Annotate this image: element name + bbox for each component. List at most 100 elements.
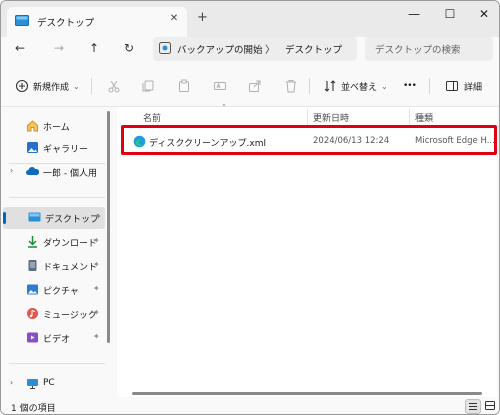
sidebar-item-label: デスクトップ (45, 215, 100, 225)
onedrive-icon (26, 167, 39, 175)
up-button[interactable]: ↑ (87, 41, 101, 55)
close-window-button[interactable]: ✕ (467, 5, 499, 25)
sidebar-divider (9, 363, 105, 364)
details-view-icon (469, 403, 477, 410)
sidebar-item-documents[interactable]: ドキュメント ✦ (1, 255, 105, 277)
more-options-button[interactable]: ••• (403, 78, 417, 94)
minimize-button[interactable]: — (397, 5, 431, 25)
share-icon[interactable] (248, 79, 262, 93)
toolbar-divider (309, 78, 310, 94)
breadcrumb-desktop[interactable]: デスクトップ (285, 42, 342, 56)
sidebar-item-label: ドキュメント (43, 263, 98, 273)
sidebar-item-label: ビデオ (43, 335, 71, 345)
sort-indicator-icon: ⌃ (221, 103, 227, 111)
cut-icon[interactable] (107, 79, 121, 93)
maximize-button[interactable]: ☐ (433, 5, 467, 25)
navigation-row: ← → ↑ ↻ バックアップの開始 〉 デスクトップ デスクトップの検索 (1, 37, 499, 61)
tiles-view-icon (485, 401, 495, 410)
column-header-type[interactable]: 種類 (415, 111, 433, 124)
details-pane-button[interactable]: 詳細 (445, 78, 482, 94)
pictures-icon (27, 284, 38, 295)
download-icon (28, 236, 37, 248)
navigation-scrollbar[interactable] (107, 111, 110, 343)
sidebar-item-label: ピクチャ (43, 287, 79, 297)
music-icon (27, 308, 38, 319)
delete-icon[interactable] (284, 79, 298, 93)
chevron-down-icon: ⌄ (381, 81, 388, 91)
chevron-down-icon: ⌄ (73, 81, 80, 91)
pc-icon (27, 379, 38, 389)
sort-button-label: 並べ替え (341, 82, 378, 93)
explorer-window: デスクトップ ✕ + — ☐ ✕ ← → ↑ ↻ バックアップの開始 〉 デスク… (0, 0, 500, 415)
details-pane-icon (446, 81, 458, 91)
column-header-modified[interactable]: 更新日時 (313, 111, 349, 124)
rename-icon[interactable] (213, 79, 227, 93)
search-box[interactable]: デスクトップの検索 (365, 37, 493, 61)
sidebar-divider (9, 197, 105, 198)
command-bar: 新規作成 ⌄ 並べ替え ⌄ ••• 詳細 (1, 65, 499, 107)
pin-icon: ✦ (93, 236, 100, 245)
title-bar: デスクトップ ✕ + — ☐ ✕ (1, 1, 499, 37)
back-button[interactable]: ← (13, 41, 27, 55)
paste-icon[interactable] (177, 79, 191, 93)
navigation-pane: ホーム ギャラリー › 一郎 - 個人用 デスクトップ ✦ ダウンロード ✦ ド… (1, 107, 109, 397)
sidebar-item-label: PC (43, 378, 55, 388)
pin-icon: ✦ (93, 308, 100, 317)
toolbar-divider (91, 78, 92, 94)
sidebar-item-home[interactable]: ホーム (1, 115, 105, 137)
desktop-icon (28, 212, 41, 222)
chevron-right-icon[interactable]: › (10, 378, 13, 387)
videos-icon (27, 332, 38, 343)
plus-circle-icon (15, 79, 29, 93)
sidebar-item-onedrive[interactable]: › 一郎 - 個人用 (1, 161, 105, 183)
sidebar-item-label: ホーム (43, 123, 70, 133)
details-pane-label: 詳細 (464, 82, 483, 93)
document-icon (28, 260, 37, 271)
address-bar[interactable]: バックアップの開始 〉 デスクトップ (153, 37, 357, 61)
breadcrumb-backup[interactable]: バックアップの開始 (177, 42, 263, 56)
copy-icon[interactable] (141, 79, 155, 93)
gallery-icon (27, 142, 38, 153)
new-tab-button[interactable]: + (197, 11, 208, 25)
chevron-right-icon[interactable]: › (10, 166, 13, 175)
desktop-icon (15, 15, 29, 26)
tiles-view-button[interactable] (483, 399, 499, 414)
sidebar-item-pictures[interactable]: ピクチャ ✦ (1, 279, 105, 301)
sidebar-item-videos[interactable]: ビデオ ✦ (1, 327, 105, 349)
forward-button[interactable]: → (52, 41, 66, 55)
sidebar-item-label: ダウンロード (43, 239, 98, 249)
pin-icon: ✦ (93, 284, 100, 293)
column-divider[interactable] (409, 109, 410, 125)
close-tab-icon[interactable]: ✕ (168, 13, 180, 24)
tab-desktop[interactable]: デスクトップ ✕ (7, 7, 187, 37)
pin-icon: ✦ (95, 212, 102, 221)
column-divider[interactable] (307, 109, 308, 125)
sidebar-item-desktop[interactable]: デスクトップ ✦ (3, 207, 105, 229)
tab-title: デスクトップ (37, 18, 95, 29)
item-count: 1 個の項目 (11, 404, 56, 414)
details-view-button[interactable] (465, 399, 481, 414)
sidebar-item-gallery[interactable]: ギャラリー (1, 137, 105, 159)
sort-button[interactable]: 並べ替え ⌄ (323, 78, 388, 94)
sidebar-item-downloads[interactable]: ダウンロード ✦ (1, 231, 105, 253)
highlight-box (121, 125, 497, 155)
pin-icon: ✦ (93, 260, 100, 269)
column-header-name[interactable]: 名前 (143, 111, 161, 124)
search-input[interactable]: デスクトップの検索 (375, 42, 461, 56)
home-icon (27, 120, 38, 132)
sort-icon (324, 80, 336, 92)
toolbar-divider (429, 78, 430, 94)
new-button[interactable]: 新規作成 ⌄ (15, 78, 80, 94)
refresh-button[interactable]: ↻ (122, 41, 136, 55)
status-bar: 1 個の項目 (1, 397, 499, 414)
new-button-label: 新規作成 (33, 82, 70, 93)
sidebar-item-pc[interactable]: › PC (1, 373, 105, 395)
location-icon (159, 42, 171, 54)
sidebar-item-label: ギャラリー (43, 145, 89, 155)
sidebar-item-music[interactable]: ミュージック ✦ (1, 303, 105, 325)
horizontal-scrollbar[interactable] (132, 392, 482, 395)
breadcrumb-chevron-icon[interactable]: 〉 (265, 41, 275, 56)
sidebar-item-label: ミュージック (43, 311, 97, 321)
sidebar-item-label: 一郎 - 個人用 (43, 169, 97, 179)
pin-icon: ✦ (93, 332, 100, 341)
